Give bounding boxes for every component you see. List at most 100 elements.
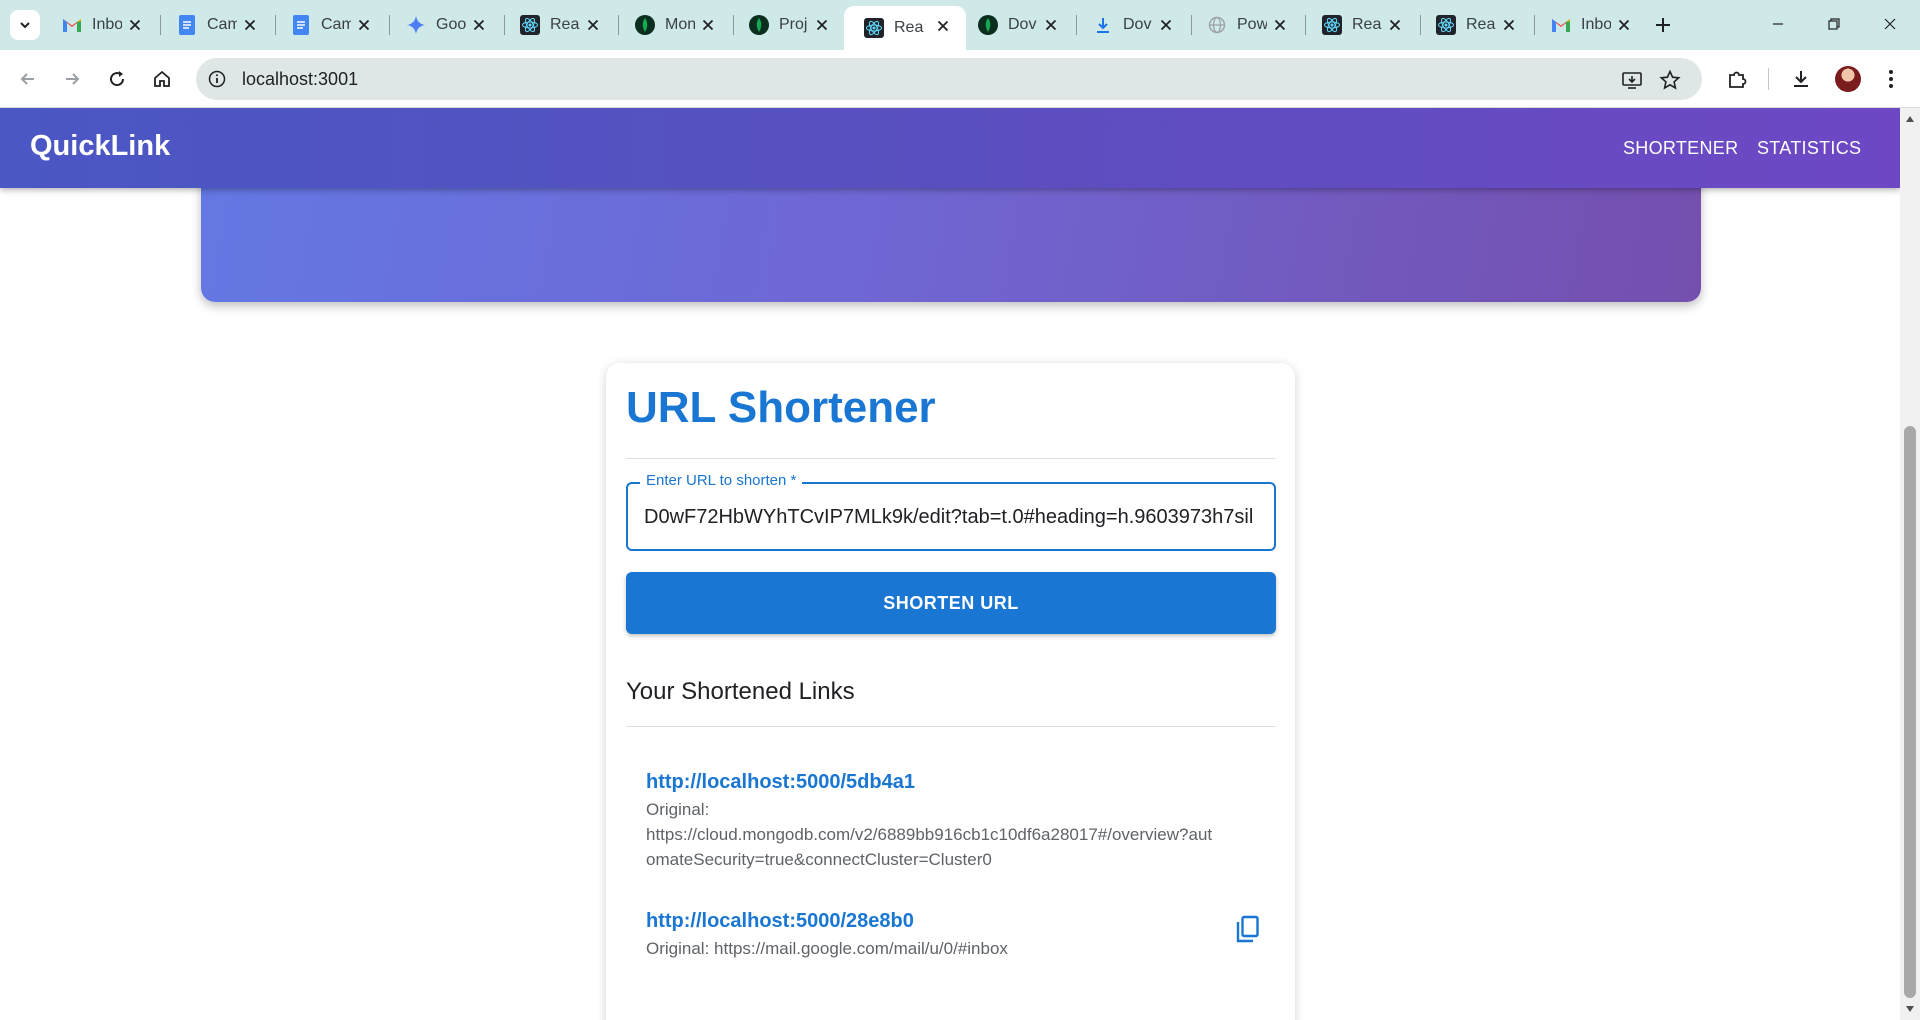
install-app-icon[interactable] (1620, 68, 1644, 92)
close-window-button[interactable] (1862, 0, 1918, 48)
close-tab-icon[interactable] (1271, 16, 1289, 34)
gemini-icon (406, 15, 426, 35)
address-text[interactable]: localhost:3001 (242, 69, 358, 90)
page-viewport: QuickLink SHORTENER STATISTICS URL Short… (0, 108, 1900, 1020)
browser-tab[interactable]: Rea (1422, 8, 1532, 42)
react-icon (520, 15, 540, 35)
url-input-label: Enter URL to shorten * (640, 472, 803, 489)
nav-shortener[interactable]: SHORTENER (1623, 138, 1738, 159)
globe-icon (1207, 15, 1227, 35)
extensions-button[interactable] (1722, 64, 1752, 94)
browser-tab[interactable]: Rea (1308, 8, 1418, 42)
page-scrollbar[interactable] (1900, 108, 1920, 1020)
shortened-links-heading: Your Shortened Links (626, 678, 855, 705)
forward-button[interactable] (57, 64, 87, 94)
tab-title: Inbox (1581, 16, 1611, 33)
browser-tab[interactable]: Goo (392, 8, 502, 42)
reload-button[interactable] (102, 64, 132, 94)
arrow-left-icon (20, 73, 34, 85)
tab-title: Rea (550, 16, 580, 33)
browser-tab[interactable]: Inbox (1537, 8, 1647, 42)
browser-tab[interactable]: Rea (506, 8, 616, 42)
react-icon (1322, 15, 1342, 35)
close-tab-icon[interactable] (1500, 16, 1518, 34)
site-info-icon[interactable] (206, 68, 228, 90)
shorten-url-button[interactable]: SHORTEN URL (626, 572, 1276, 634)
tab-title: Dov (1123, 16, 1152, 33)
nav-statistics[interactable]: STATISTICS (1757, 138, 1861, 159)
tab-title: Rea (1466, 16, 1496, 33)
bookmark-star-icon[interactable] (1658, 68, 1682, 92)
home-button[interactable] (147, 64, 177, 94)
tab-separator (618, 15, 619, 35)
tab-separator (160, 15, 161, 35)
react-icon (1436, 15, 1456, 35)
close-tab-icon[interactable] (126, 16, 144, 34)
toolbar-divider (1768, 68, 1769, 90)
app-bar: QuickLink SHORTENER STATISTICS (0, 108, 1900, 188)
short-link[interactable]: http://localhost:5000/28e8b0 (646, 910, 1246, 933)
tab-separator (504, 15, 505, 35)
browser-tab[interactable]: Proj (735, 8, 845, 42)
address-bar[interactable]: localhost:3001 (196, 58, 1702, 100)
browser-tab[interactable]: Pow (1193, 8, 1303, 42)
close-tab-icon[interactable] (1157, 16, 1175, 34)
scrollbar-thumb[interactable] (1904, 426, 1916, 998)
browser-menu-button[interactable] (1876, 64, 1906, 94)
tab-separator (1076, 15, 1077, 35)
close-tab-icon[interactable] (813, 16, 831, 34)
browser-tab[interactable]: Dov (964, 8, 1074, 42)
close-tab-icon[interactable] (934, 17, 952, 35)
more-vert-icon (1889, 70, 1893, 88)
minimize-button[interactable] (1750, 0, 1806, 48)
tab-separator (389, 15, 390, 35)
tab-title: Dov (1008, 16, 1037, 33)
profile-avatar[interactable] (1835, 66, 1861, 92)
close-tab-icon[interactable] (241, 16, 259, 34)
tab-separator (733, 15, 734, 35)
original-url: Original: https://cloud.mongodb.com/v2/68… (646, 800, 1213, 869)
close-tab-icon[interactable] (1386, 16, 1404, 34)
close-tab-icon[interactable] (584, 16, 602, 34)
tab-title: Inbox (92, 16, 122, 33)
minimize-icon (1773, 23, 1783, 25)
close-tab-icon[interactable] (355, 16, 373, 34)
restore-button[interactable] (1806, 0, 1862, 48)
list-item: http://localhost:5000/5db4a1 Original: ht… (646, 771, 1246, 872)
section-divider (626, 726, 1276, 727)
close-tab-icon[interactable] (699, 16, 717, 34)
card-title: URL Shortener (626, 383, 936, 432)
arrow-right-icon (66, 73, 80, 85)
tab-separator (1191, 15, 1192, 35)
browser-tab[interactable]: Mon (621, 8, 731, 42)
gmail-icon (1551, 15, 1571, 35)
browser-tab[interactable]: Cam (163, 8, 273, 42)
tab-title: Rea (894, 19, 924, 36)
browser-tab[interactable]: Cam (277, 8, 387, 42)
brand-logo[interactable]: QuickLink (30, 130, 170, 163)
mongodb-icon (978, 15, 998, 35)
close-tab-icon[interactable] (470, 16, 488, 34)
tab-title: Mon (665, 16, 695, 33)
close-tab-icon[interactable] (1042, 16, 1060, 34)
url-input[interactable]: Enter URL to shorten * D0wF72HbWYhTCvIP7… (626, 472, 1276, 551)
list-item: http://localhost:5000/28e8b0 Original: h… (646, 910, 1246, 961)
browser-tab[interactable]: Inbox (48, 8, 158, 42)
new-tab-button[interactable] (1650, 12, 1676, 38)
downloads-button[interactable] (1786, 64, 1816, 94)
scroll-down-icon[interactable] (1905, 1004, 1915, 1014)
tab-search-button[interactable] (10, 10, 40, 40)
back-button[interactable] (13, 64, 43, 94)
browser-tab[interactable]: Rea (844, 6, 966, 50)
browser-toolbar: localhost:3001 (0, 50, 1920, 108)
scroll-up-icon[interactable] (1905, 114, 1915, 124)
url-input-value[interactable]: D0wF72HbWYhTCvIP7MLk9k/edit?tab=t.0#head… (644, 506, 1258, 529)
browser-tab[interactable]: Dov (1079, 8, 1189, 42)
mongodb-icon (635, 15, 655, 35)
download-icon (1794, 71, 1808, 87)
close-tab-icon[interactable] (1615, 16, 1633, 34)
short-link[interactable]: http://localhost:5000/5db4a1 (646, 771, 1246, 794)
gmail-icon (62, 15, 82, 35)
close-icon (1884, 18, 1896, 30)
tab-title: Rea (1352, 16, 1382, 33)
